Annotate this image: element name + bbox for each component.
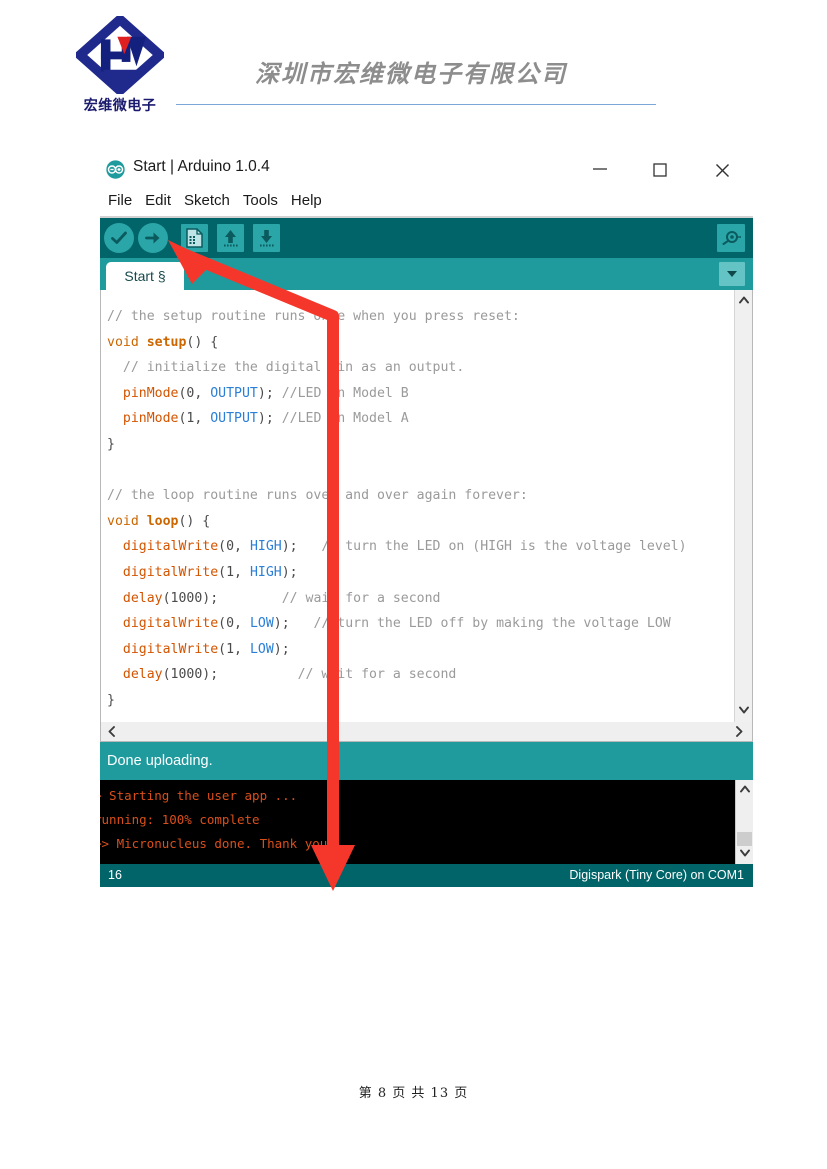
code-editor[interactable]: // the setup routine runs once when you … bbox=[100, 290, 753, 722]
header-divider bbox=[176, 104, 656, 105]
console-scroll-up-button[interactable] bbox=[736, 781, 753, 799]
status-bar: 16 Digispark (Tiny Core) on COM1 bbox=[100, 864, 753, 887]
scroll-right-button[interactable] bbox=[730, 723, 748, 740]
menu-item-tools[interactable]: Tools bbox=[237, 190, 285, 211]
chevron-down-icon bbox=[738, 706, 749, 714]
code-line: digitalWrite(1, LOW); bbox=[122, 641, 290, 657]
check-icon bbox=[111, 231, 127, 244]
window-title: Start | Arduino 1.0.4 bbox=[133, 158, 270, 175]
code-text-area[interactable]: // the setup routine runs once when you … bbox=[101, 290, 734, 722]
code-line: pinMode(1, OUTPUT); //LED on Model A bbox=[122, 411, 409, 427]
scroll-down-button[interactable] bbox=[735, 702, 752, 720]
menu-item-edit[interactable]: Edit bbox=[139, 190, 178, 211]
letterhead: 宏维微电子 深圳市宏维微电子有限公司 bbox=[0, 0, 827, 135]
arduino-infinity-icon bbox=[106, 160, 125, 179]
scroll-left-button[interactable] bbox=[103, 723, 121, 740]
code-line: void setup() { bbox=[107, 334, 219, 350]
chevron-down-icon bbox=[739, 849, 750, 857]
console-line: running: 100% complete bbox=[100, 812, 260, 827]
code-line: digitalWrite(0, LOW); // turn the LED of… bbox=[122, 616, 671, 632]
code-line: } bbox=[107, 692, 115, 708]
arduino-ide-window: Start | Arduino 1.0.4 File Edit Sketch Tool… bbox=[100, 148, 753, 887]
minimize-icon bbox=[593, 168, 607, 170]
code-line: digitalWrite(1, HIGH); bbox=[122, 564, 298, 580]
code-line: delay(1000); // wait for a second bbox=[122, 667, 457, 683]
upload-button[interactable] bbox=[138, 223, 168, 253]
console-output: > Starting the user app ... running: 100%… bbox=[100, 780, 753, 864]
console-scrollbar[interactable] bbox=[735, 780, 753, 864]
tab-strip: Start § bbox=[100, 258, 753, 290]
code-line: // initialize the digital pin as an outp… bbox=[107, 360, 465, 376]
logo-wordmark: 宏维微电子 bbox=[83, 98, 157, 114]
hv-diamond-logo-icon bbox=[76, 16, 164, 94]
console-line: > Starting the user app ... bbox=[100, 788, 298, 803]
chevron-down-icon bbox=[727, 271, 737, 277]
console-scroll-thumb[interactable] bbox=[737, 832, 752, 846]
menu-item-file[interactable]: File bbox=[102, 190, 139, 211]
scroll-up-button[interactable] bbox=[735, 292, 752, 310]
tab-dropdown-button[interactable] bbox=[719, 262, 745, 286]
console-scroll-down-button[interactable] bbox=[736, 845, 753, 863]
tab-start[interactable]: Start § bbox=[106, 262, 184, 290]
up-arrow-icon bbox=[224, 230, 238, 247]
chevron-up-icon bbox=[738, 296, 749, 304]
code-line: // the loop routine runs over and over a… bbox=[107, 488, 528, 504]
new-file-icon bbox=[186, 228, 203, 248]
board-info: Digispark (Tiny Core) on COM1 bbox=[569, 868, 744, 882]
magnifier-icon bbox=[722, 231, 741, 245]
open-sketch-button[interactable] bbox=[217, 224, 244, 252]
chevron-up-icon bbox=[739, 785, 750, 793]
console-text: > Starting the user app ... running: 100%… bbox=[100, 780, 735, 864]
serial-monitor-button[interactable] bbox=[717, 224, 745, 252]
down-arrow-icon bbox=[260, 230, 274, 247]
verify-button[interactable] bbox=[104, 223, 134, 253]
code-line: delay(1000); // wait for a second bbox=[122, 590, 441, 606]
menu-bar: File Edit Sketch Tools Help bbox=[100, 190, 753, 216]
company-name: 深圳市宏维微电子有限公司 bbox=[255, 59, 567, 88]
code-line: } bbox=[107, 436, 115, 452]
line-number: 16 bbox=[108, 868, 122, 882]
minimize-button[interactable] bbox=[585, 156, 615, 182]
code-line: void loop() { bbox=[107, 513, 211, 529]
editor-vertical-scrollbar[interactable] bbox=[734, 290, 752, 722]
window-title-bar: Start | Arduino 1.0.4 bbox=[100, 148, 753, 190]
toolbar bbox=[100, 216, 753, 258]
right-arrow-icon bbox=[145, 232, 160, 244]
page-footer: 第 8 页 共 13 页 bbox=[358, 1086, 469, 1101]
chevron-right-icon bbox=[736, 726, 743, 737]
company-logo: 宏维微电子 bbox=[72, 16, 168, 115]
status-message: Done uploading. bbox=[100, 742, 753, 780]
maximize-icon bbox=[653, 163, 667, 177]
close-icon bbox=[715, 164, 729, 177]
menu-item-sketch[interactable]: Sketch bbox=[178, 190, 237, 211]
new-sketch-button[interactable] bbox=[181, 224, 208, 252]
editor-horizontal-scrollbar[interactable] bbox=[100, 722, 753, 742]
maximize-button[interactable] bbox=[645, 156, 675, 182]
menu-item-help[interactable]: Help bbox=[285, 190, 329, 211]
code-line: pinMode(0, OUTPUT); //LED on Model B bbox=[122, 385, 409, 401]
close-button[interactable] bbox=[707, 156, 737, 182]
save-sketch-button[interactable] bbox=[253, 224, 280, 252]
console-line: >> Micronucleus done. Thank you! bbox=[100, 836, 335, 851]
chevron-left-icon bbox=[108, 726, 115, 737]
code-line: // the setup routine runs once when you … bbox=[107, 309, 520, 324]
code-line: digitalWrite(0, HIGH); // turn the LED o… bbox=[122, 539, 687, 555]
